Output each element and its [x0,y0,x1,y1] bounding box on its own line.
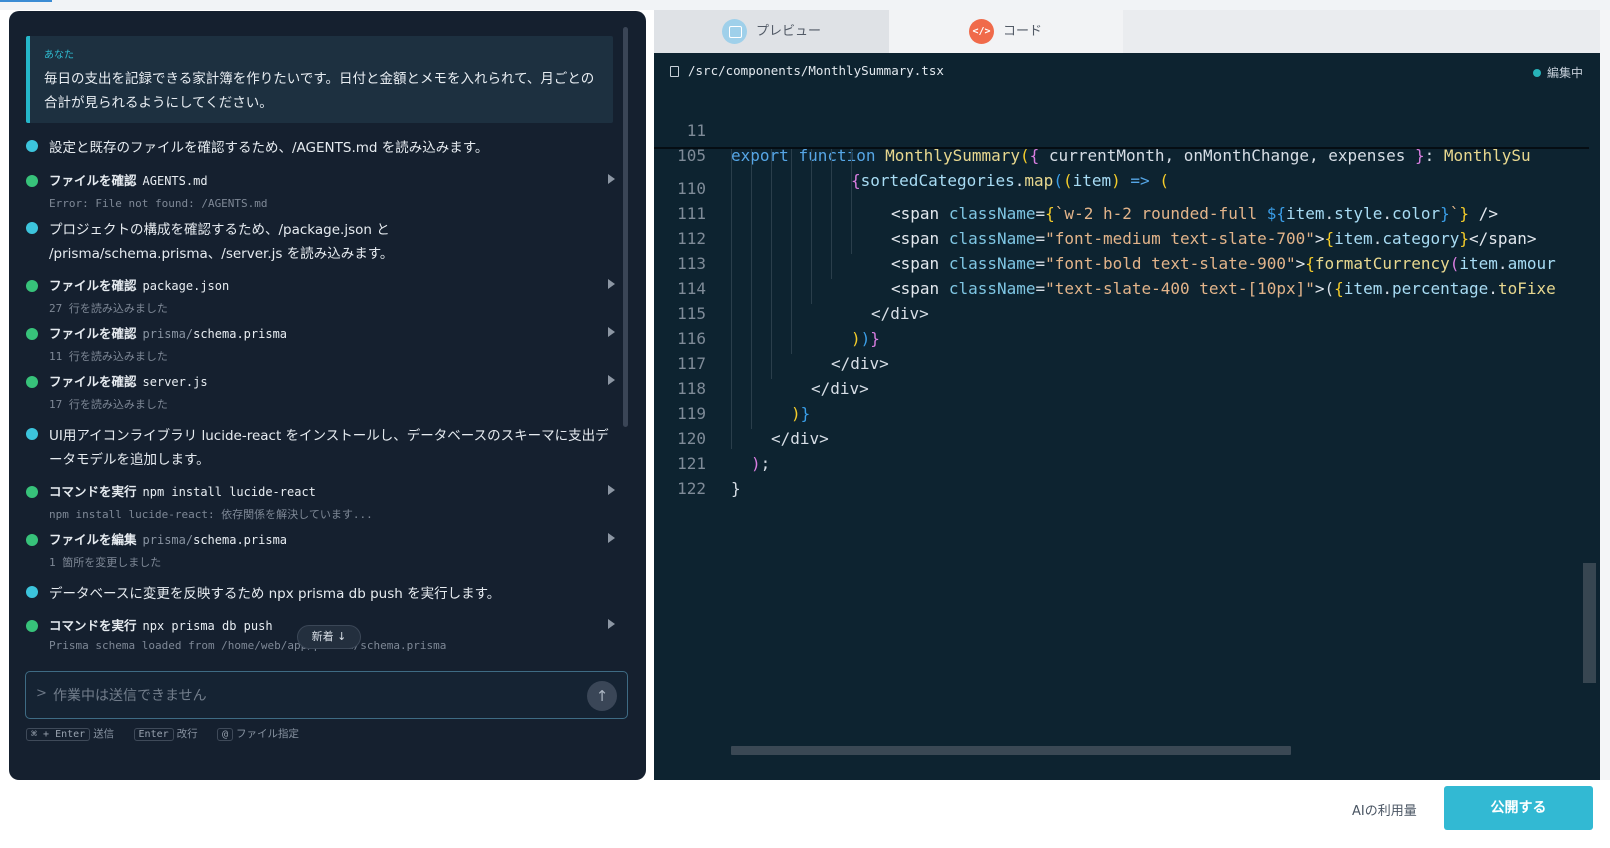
ai-usage-link[interactable]: AIの利用量 [1352,800,1417,819]
tool-step-read-server[interactable]: ファイルを確認 server.js 17 行を読み込みました [26,372,626,414]
expand-arrow-icon[interactable] [608,533,615,543]
code-line: 119 </div> [677,404,829,448]
tool-step-read-package[interactable]: ファイルを確認 package.json 27 行を読み込みました [26,276,626,318]
sticky-scroll-separator [654,147,1589,149]
top-progress-mark [0,0,52,2]
user-message-text: 毎日の支出を記録できる家計簿を作りたいです。日付と金額とメモを入れられて、月ごと… [44,71,595,111]
tab-preview[interactable]: プレビュー [654,10,889,53]
keyboard-hints: ⌘ + Enter 送信 Enter 改行 @ ファイル指定 [26,726,315,741]
horizontal-scrollbar[interactable] [731,746,1291,755]
note-dot-icon [26,428,38,440]
vertical-scrollbar[interactable] [1583,563,1596,683]
editing-status: 編集中 [1533,64,1583,81]
expand-arrow-icon[interactable] [608,327,615,337]
note-dot-icon [26,140,38,152]
success-dot-icon [26,376,38,388]
hint-key: ⌘ + Enter [26,728,91,741]
new-messages-button[interactable]: 新着 ↓ [297,625,361,649]
prompt-caret: > [36,686,47,701]
file-path-bar: /src/components/MonthlySummary.tsx 編集中 [654,53,1600,89]
note-dot-icon [26,222,38,234]
code-line: 122 [677,479,706,498]
expand-arrow-icon[interactable] [608,279,615,289]
agent-note: UI用アイコンライブラリ lucide-react をインストールし、データベー… [26,424,626,472]
agent-note: プロジェクトの構成を確認するため、/package.json と /prisma… [26,218,626,266]
input-placeholder: 作業中は送信できません [53,688,207,704]
success-dot-icon [26,486,38,498]
success-dot-icon [26,620,38,632]
code-editor[interactable]: /src/components/MonthlySummary.tsx 編集中 1… [654,53,1600,780]
view-tabs: プレビュー </> コード [654,10,1600,53]
right-edge [1600,10,1610,780]
expand-arrow-icon[interactable] [608,375,615,385]
code-icon: </> [969,19,994,44]
code-line: 118 )} [677,379,811,423]
tool-step-edit-schema[interactable]: ファイルを編集 prisma/schema.prisma 1 箇所を変更しました [26,530,626,572]
user-label: あなた [44,50,74,61]
top-strip [0,0,1610,10]
code-line: 120 ); [677,429,771,473]
file-icon [670,66,679,77]
code-line: 121 } [677,454,741,498]
expand-arrow-icon[interactable] [608,485,615,495]
tool-step-read-agents[interactable]: ファイルを確認 AGENTS.md Error: File not found: … [26,171,626,213]
publish-button[interactable]: 公開する [1444,786,1593,830]
chat-panel: あなた 毎日の支出を記録できる家計簿を作りたいです。日付と金額とメモを入れられて… [9,11,646,780]
agent-note: データベースに変更を反映するため npx prisma db push を実行し… [26,582,626,606]
success-dot-icon [26,534,38,546]
expand-arrow-icon[interactable] [608,619,615,629]
code-line: 113 <span className="text-slate-400 text… [677,254,1556,298]
code-line: 11 export function MonthlySummary({ curr… [686,121,1531,165]
code-line: 116 </div> [677,329,889,373]
code-line: 112 <span className="font-bold text-slat… [677,229,1556,273]
tool-step-run-npm-install[interactable]: コマンドを実行 npm install lucide-react npm inst… [26,482,626,524]
expand-arrow-icon[interactable] [608,174,615,184]
tool-step-read-schema[interactable]: ファイルを確認 prisma/schema.prisma 11 行を読み込みました [26,324,626,366]
success-dot-icon [26,328,38,340]
user-message: あなた 毎日の支出を記録できる家計簿を作りたいです。日付と金額とメモを入れられて… [26,36,613,123]
note-dot-icon [26,586,38,598]
send-arrow-icon[interactable]: ↑ [587,681,617,711]
chat-input[interactable]: > 作業中は送信できません ↑ [25,671,628,719]
code-line: 117 </div> [677,354,869,398]
success-dot-icon [26,175,38,187]
code-line: 115 ))} [677,304,880,348]
hint-key: @ [216,728,234,741]
success-dot-icon [26,280,38,292]
code-line: 110 <span className={`w-2 h-2 rounded-fu… [677,179,1498,223]
code-line: 111 <span className="font-medium text-sl… [677,204,1537,248]
hint-key: Enter [133,728,174,741]
preview-icon [722,19,747,44]
code-line: 105 {sortedCategories.map((item) => ( [677,146,1169,190]
code-line: 114 </div> [677,279,929,323]
agent-note: 設定と既存のファイルを確認するため、/AGENTS.md を読み込みます。 [26,136,626,160]
tab-code[interactable]: </> コード [889,10,1123,53]
file-path: /src/components/MonthlySummary.tsx [688,63,944,78]
